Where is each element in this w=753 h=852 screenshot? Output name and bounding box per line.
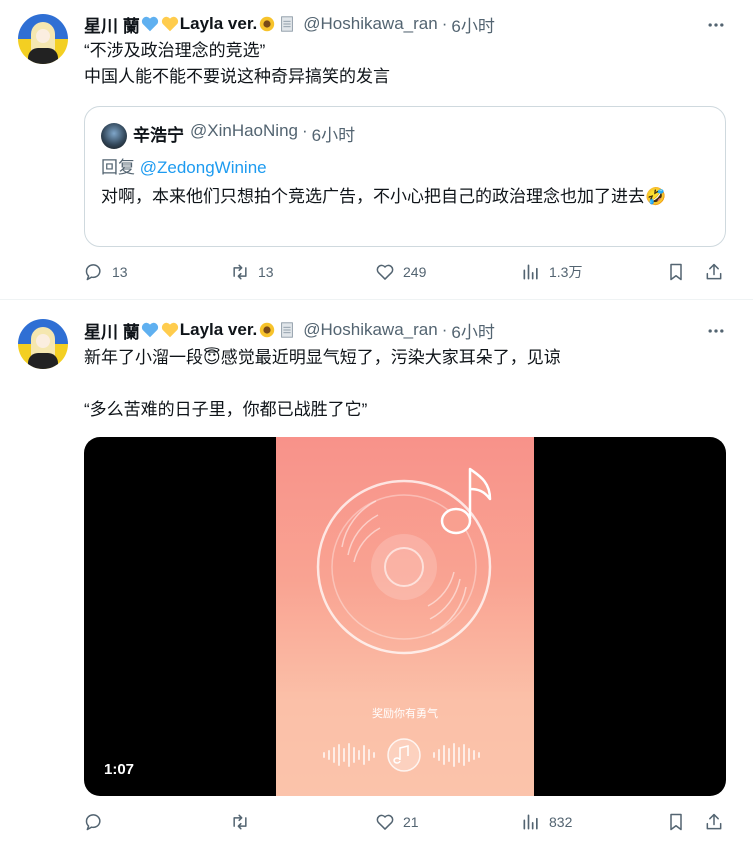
like-button[interactable]: 21: [375, 812, 419, 832]
quote-timestamp: 6小时: [311, 126, 356, 145]
retweet-button[interactable]: [230, 812, 258, 832]
like-count: 21: [403, 814, 419, 830]
yellow-heart-icon: [161, 322, 178, 338]
avatar[interactable]: [18, 319, 68, 369]
reply-prefix: 回复: [101, 158, 135, 177]
document-icon: [281, 322, 294, 338]
quote-display-name: 辛浩宁: [133, 126, 184, 145]
bookmark-button[interactable]: [666, 812, 694, 832]
views-button[interactable]: 832: [521, 812, 572, 832]
reply-context: 回复 @ZedongWinine: [101, 153, 267, 178]
share-icon: [706, 263, 722, 280]
quoted-tweet[interactable]: 辛浩宁 @XinHaoNing · 6小时 回复 @ZedongWinine 对…: [84, 106, 726, 247]
quote-separator: ·: [301, 121, 308, 140]
bookmark-icon: [670, 813, 682, 831]
more-icon[interactable]: [705, 320, 727, 342]
tweet-header: 星川 蘭 Layla ver. @Hoshikawa_ran · 6小时: [84, 12, 495, 36]
tweet[interactable]: 星川 蘭 Layla ver. @Hoshikawa_ran · 6小时 新年了…: [0, 301, 753, 852]
retweet-icon: [233, 264, 247, 280]
display-name[interactable]: 星川 蘭: [84, 12, 140, 37]
tweet[interactable]: 星川 蘭 Layla ver. @Hoshikawa_ran · 6小时 “不涉…: [0, 0, 753, 300]
bookmark-button[interactable]: [666, 262, 694, 282]
video-frame: 奖励你有勇气: [276, 437, 534, 796]
like-button[interactable]: 249: [375, 262, 426, 282]
quote-header: 辛浩宁 @XinHaoNing · 6小时: [133, 121, 355, 146]
share-button[interactable]: [704, 262, 732, 282]
reply-icon: [85, 814, 101, 831]
like-icon: [376, 814, 394, 830]
avatar[interactable]: [18, 14, 68, 64]
view-count: 1.3万: [549, 264, 583, 280]
display-name[interactable]: 星川 蘭: [84, 318, 140, 343]
share-button[interactable]: [704, 812, 732, 832]
reply-button[interactable]: 13: [84, 262, 128, 282]
tweet-header: 星川 蘭 Layla ver. @Hoshikawa_ran · 6小时: [84, 318, 495, 342]
timestamp[interactable]: 6小时: [451, 12, 494, 37]
more-icon[interactable]: [705, 14, 727, 36]
separator: ·: [441, 14, 448, 33]
quote-avatar: [101, 123, 127, 149]
video-player[interactable]: 奖励你有勇气 1:07: [84, 437, 726, 796]
tweet-text: “不涉及政治理念的竞选” 中国人能不能不要说这种奇异搞笑的发言: [84, 41, 390, 86]
views-icon: [523, 814, 538, 830]
share-icon: [706, 813, 722, 830]
blue-heart-icon: [141, 322, 158, 338]
video-caption: 奖励你有勇气: [372, 707, 438, 720]
bookmark-icon: [670, 263, 682, 281]
like-count: 249: [403, 264, 427, 280]
display-name-suffix[interactable]: Layla ver.: [180, 14, 258, 34]
video-duration: 1:07: [104, 761, 135, 778]
audio-wave-icon: [323, 738, 480, 772]
tweet-text: 新年了小溜一段😇感觉最近明显气短了，污染大家耳朵了，见谅 “多么苦难的日子里，你…: [84, 348, 561, 419]
retweet-button[interactable]: 13: [230, 262, 274, 282]
views-icon: [523, 264, 538, 280]
blue-heart-icon: [141, 16, 158, 32]
document-icon: [281, 16, 294, 32]
action-bar: 13 13 249 1.3万: [84, 262, 726, 288]
quote-handle: @XinHaoNing: [190, 121, 298, 140]
separator: ·: [441, 320, 448, 339]
reply-count: 13: [112, 264, 128, 280]
sunflower-icon: [260, 322, 275, 338]
views-button[interactable]: 1.3万: [521, 262, 582, 282]
handle[interactable]: @Hoshikawa_ran: [303, 14, 437, 34]
action-bar: 21 832: [84, 812, 726, 838]
sunflower-icon: [260, 16, 275, 32]
reply-button[interactable]: [84, 812, 112, 832]
timestamp[interactable]: 6小时: [451, 318, 494, 343]
like-icon: [376, 264, 394, 280]
reply-mention[interactable]: @ZedongWinine: [140, 158, 267, 177]
reply-icon: [85, 264, 101, 281]
yellow-heart-icon: [161, 16, 178, 32]
display-name-suffix[interactable]: Layla ver.: [180, 320, 258, 340]
retweet-count: 13: [258, 264, 274, 280]
handle[interactable]: @Hoshikawa_ran: [303, 320, 437, 340]
view-count: 832: [549, 814, 573, 830]
retweet-icon: [233, 814, 247, 830]
quote-text: 对啊，本来他们只想拍个竞选广告，不小心把自己的政治理念也加了进去🤣: [101, 187, 667, 206]
